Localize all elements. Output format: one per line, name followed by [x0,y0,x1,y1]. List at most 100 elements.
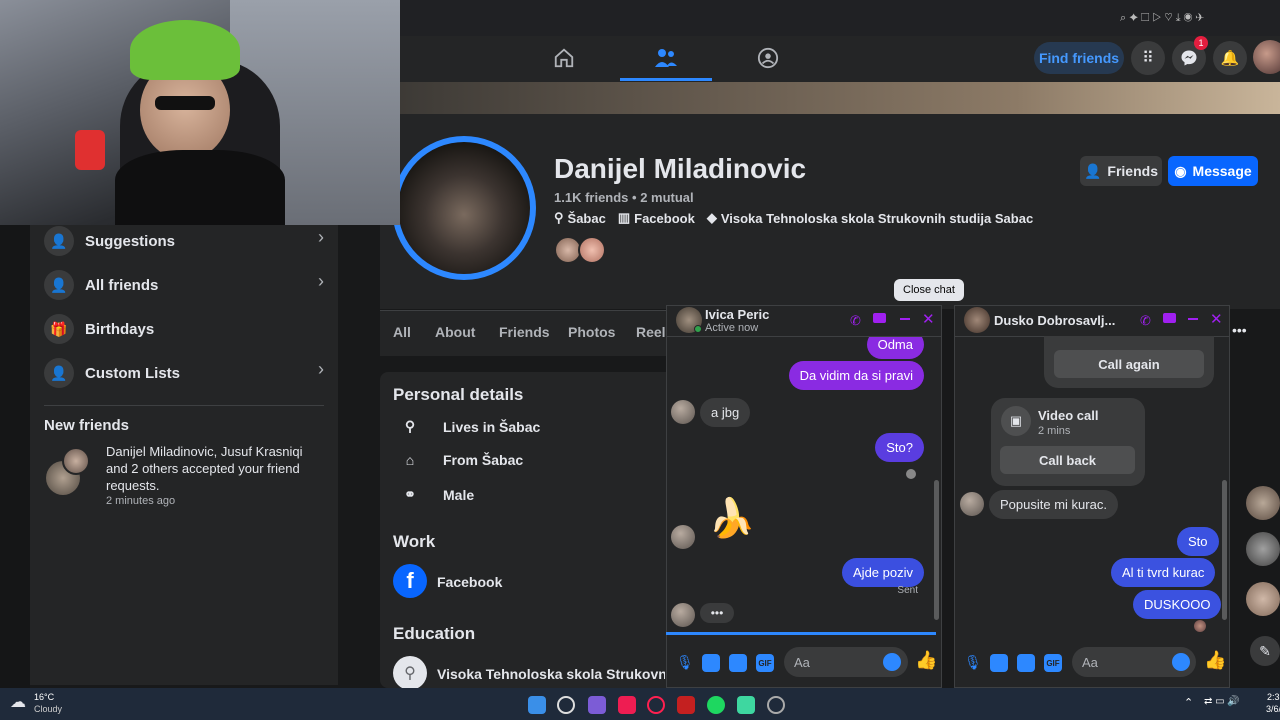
school-icon: ◆ [706,210,717,225]
profile-school: Visoka Tehnoloska skola Strukovnih studi… [720,210,1034,226]
app-icon[interactable] [737,696,755,714]
home-icon[interactable] [544,44,584,72]
thumbs-up-icon[interactable]: 👍 [915,650,937,671]
sticker-icon[interactable] [1017,654,1035,672]
mutual-friend-avatar[interactable] [578,236,606,264]
sidebar-item-all-friends[interactable]: 👤 All friends [44,265,158,305]
message-sent[interactable]: Sto? [875,433,924,462]
profile-location: Šabac [567,210,606,226]
lives-in-text[interactable]: Lives in Šabac [443,419,540,435]
find-friends-button[interactable]: Find friends [1034,42,1124,74]
message-sent[interactable]: Odma [866,337,924,359]
spotify-icon[interactable] [707,696,725,714]
chevron-right-icon: › [318,271,324,291]
clock-time[interactable]: 2:3 [1267,692,1280,702]
windows-start-icon[interactable] [528,696,546,714]
message-button[interactable]: ◉ Message [1168,156,1258,186]
friend-count[interactable]: 1.1K friends • 2 mutual [554,190,694,205]
menu-grid-icon[interactable]: ⠿ [1131,41,1165,75]
friends-button[interactable]: 👤 Friends [1080,156,1162,186]
groups-icon[interactable] [748,44,788,72]
message-sent[interactable]: DUSKOOO [1133,590,1222,619]
chat-head-avatar[interactable] [1246,486,1280,520]
minimize-icon[interactable] [900,318,910,320]
webcam-sunglasses [155,96,215,110]
phone-call-icon[interactable]: ✆ [1140,313,1151,329]
school-pin-icon: ⚲ [393,656,427,690]
emoji-icon[interactable] [1172,653,1190,671]
message-received[interactable]: a jbg [700,398,751,427]
microphone-icon[interactable]: 🎙 [964,654,982,672]
sidebar-item-custom-lists[interactable]: 👤 Custom Lists [44,353,180,393]
more-options-icon[interactable]: ••• [1232,322,1247,338]
call-again-button[interactable]: Call again [1054,350,1204,378]
photo-icon[interactable] [702,654,720,672]
work-icon: ▥ [617,210,631,225]
app-tf-icon[interactable] [677,696,695,714]
sidebar-item-label: Birthdays [85,320,155,338]
chat-scrollbar[interactable] [934,480,939,620]
sidebar-item-suggestions[interactable]: 👤 Suggestions [44,221,175,261]
call-back-button[interactable]: Call back [1000,446,1135,474]
search-icon[interactable] [557,696,575,714]
opera-icon[interactable] [647,696,665,714]
from-text[interactable]: From Šabac [443,452,523,468]
chat-head-avatar[interactable] [1246,582,1280,616]
chat-contact-name[interactable]: Ivica Peric [705,307,769,322]
thumbs-up-icon[interactable]: 👍 [1204,650,1226,671]
microphone-icon[interactable]: 🎙 [676,654,694,672]
chat-scrollbar[interactable] [1222,480,1227,620]
chevron-right-icon: › [318,227,324,247]
tab-photos[interactable]: Photos [568,324,615,340]
discord-icon[interactable] [588,696,606,714]
emoji-icon[interactable] [883,653,901,671]
work-text[interactable]: Facebook [437,574,502,590]
weather-temp[interactable]: 16°C [34,692,54,702]
webcam-green-hat [130,20,240,80]
sidebar-item-birthdays[interactable]: 🎁 Birthdays [44,309,154,349]
phone-call-icon[interactable]: ✆ [850,313,861,329]
sidebar-item-label: Custom Lists [85,364,181,382]
tab-all[interactable]: All [393,324,411,340]
chat-contact-name[interactable]: Dusko Dobrosavlj... [994,313,1115,328]
message-sent[interactable]: Al ti tvrd kurac [1111,558,1216,587]
message-received[interactable]: Popusite mi kurac. [989,490,1118,519]
video-call-icon[interactable] [873,313,886,323]
close-chat-tooltip: Close chat [894,279,964,301]
video-camera-icon: ▣ [1001,406,1031,436]
message-sent[interactable]: Sto [1177,527,1219,556]
clock-date: 3/6/ [1266,704,1280,714]
browser-extension-icons[interactable]: ⌕ ✦ ☐ ▷ ♡ ⤓ ◉ ✈ [1120,12,1270,28]
notifications-bell-icon[interactable]: 🔔 [1213,41,1247,75]
minimize-icon[interactable] [1188,318,1198,320]
friend-avatar[interactable] [62,447,90,475]
system-tray-icons[interactable]: ⇄ ▭ 🔊 [1204,696,1264,707]
close-chat-icon[interactable]: ✕ [922,310,935,328]
close-chat-icon[interactable]: ✕ [1210,310,1223,328]
facebook-logo-icon[interactable]: f [393,564,427,598]
tab-about[interactable]: About [435,324,475,340]
friends-nav-icon[interactable] [646,44,686,72]
chat-head-avatar[interactable] [1246,532,1280,566]
tray-chevron-icon[interactable]: ⌃ [1184,696,1193,709]
banana-sticker[interactable]: 🍌 [708,497,755,541]
tiktok-icon[interactable] [618,696,636,714]
tab-friends[interactable]: Friends [499,324,550,340]
sidebar-item-label: All friends [85,276,159,294]
photo-icon[interactable] [990,654,1008,672]
gif-icon[interactable]: GIF [1044,654,1062,672]
video-call-icon[interactable] [1163,313,1176,323]
obs-icon[interactable] [767,696,785,714]
message-sent[interactable]: Ajde poziv [842,558,924,587]
education-text[interactable]: Visoka Tehnoloska skola Strukovnih stu [437,666,665,682]
new-message-icon[interactable]: ✎ [1250,636,1280,666]
gif-icon[interactable]: GIF [756,654,774,672]
profile-details-line: ⚲ Šabac ▥ Facebook ◆ Visoka Tehnoloska s… [554,210,1033,226]
profile-picture[interactable] [398,142,530,274]
chat-avatar[interactable] [964,307,990,333]
message-sent[interactable]: Da vidim da si pravi [788,361,924,390]
new-friends-notification[interactable]: Danijel Miladinovic, Jusuf Krasniqi and … [106,443,316,494]
account-avatar[interactable] [1253,40,1280,74]
messenger-badge: 1 [1194,36,1208,50]
sticker-icon[interactable] [729,654,747,672]
